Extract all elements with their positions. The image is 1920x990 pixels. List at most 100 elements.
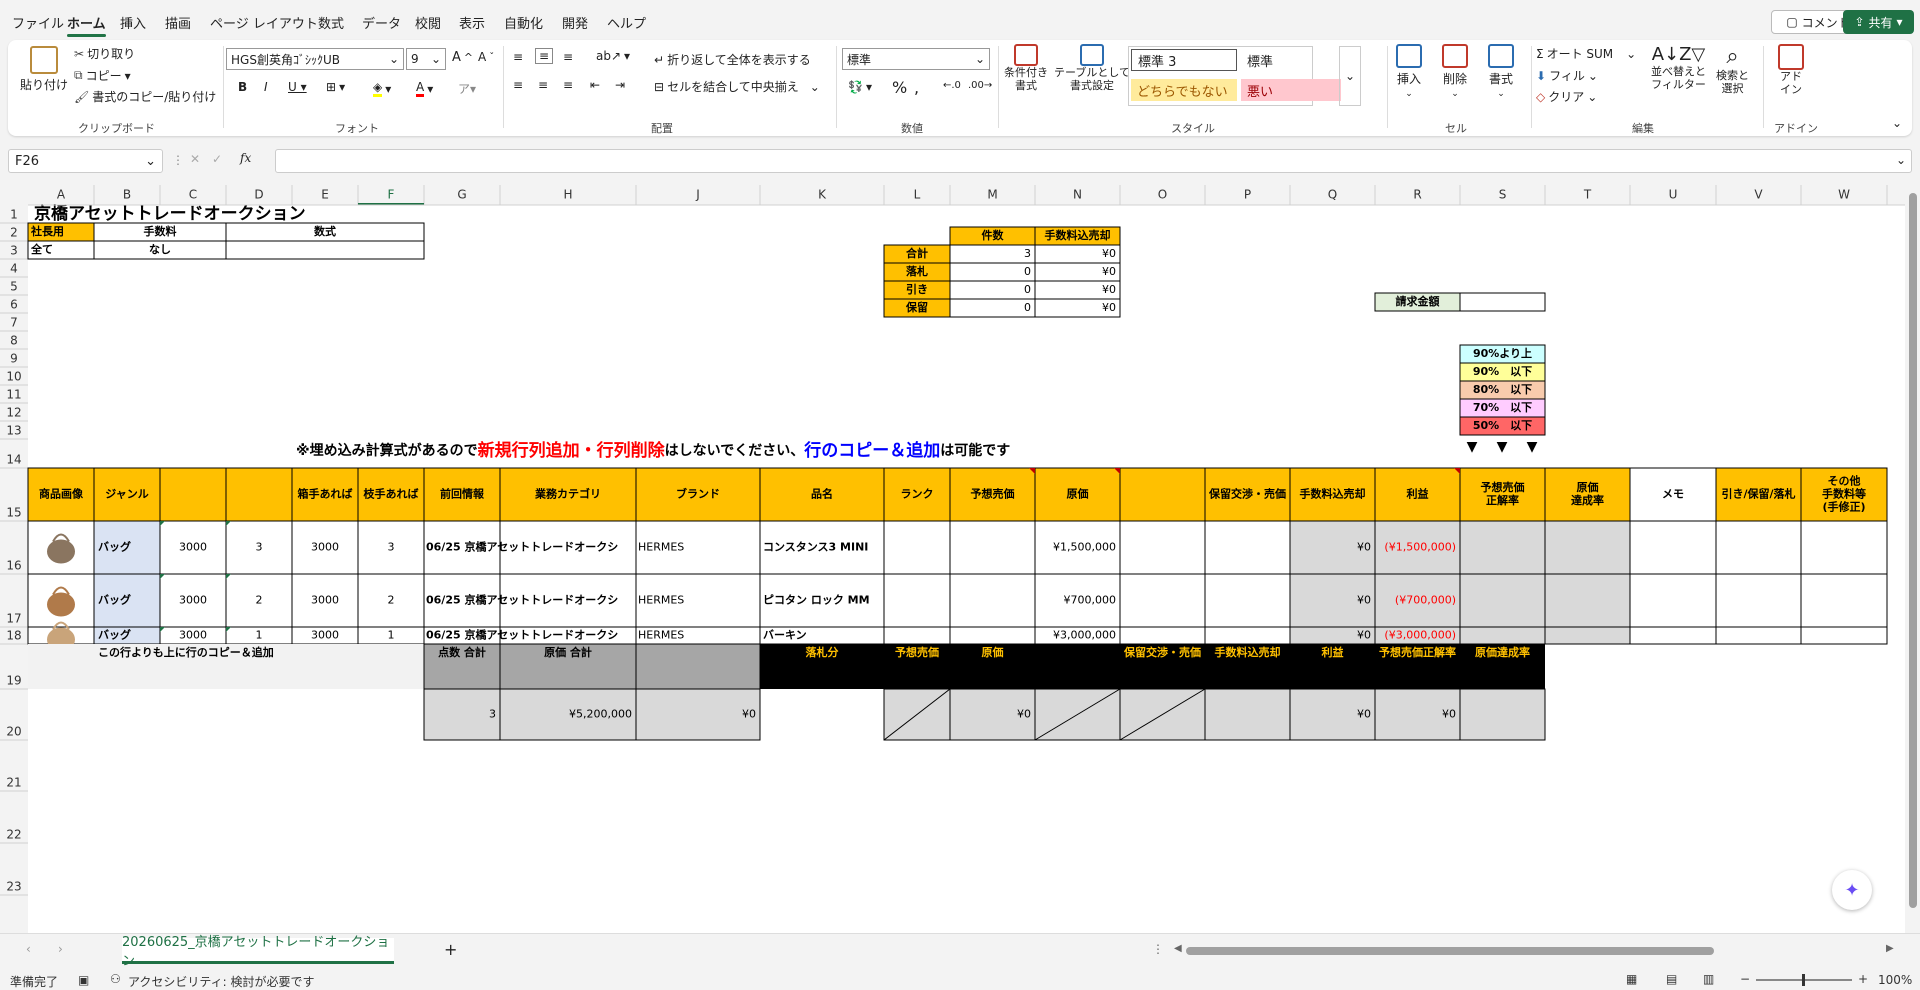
find-select-button[interactable]: ⌕ 検索と 選択 [1716, 44, 1749, 95]
format-cells-button[interactable]: 書式 ⌄ [1488, 44, 1514, 99]
page-layout-view-icon[interactable]: ▤ [1666, 972, 1677, 986]
tab-splitter-icon[interactable]: ⋮ [1152, 942, 1164, 956]
menu-review[interactable]: 校閲 [415, 13, 441, 32]
prev-sheet-icon[interactable]: ‹ [26, 942, 31, 956]
table-header-label: 原価 [1067, 487, 1089, 501]
menu-formulas[interactable]: 数式 [318, 13, 344, 32]
expand-formula-icon[interactable]: ⌄ [1896, 153, 1906, 167]
sheet-tab-active[interactable]: 20260625_京橋アセットトレードオークション [122, 935, 394, 969]
vertical-scroll-thumb[interactable] [1909, 193, 1917, 908]
menu-insert[interactable]: 挿入 [120, 13, 146, 32]
autosum-button[interactable]: Σ オート SUM ⌄ [1536, 45, 1636, 62]
row-header-20: 20 [6, 725, 21, 739]
enter-icon[interactable]: ✓ [212, 152, 222, 166]
orientation-button[interactable]: ab↗ ▾ [596, 49, 630, 63]
border-button[interactable]: ⊞ ▾ [326, 80, 345, 94]
align-center-button[interactable]: ≡ [538, 78, 548, 92]
menu-help[interactable]: ヘルプ [607, 13, 646, 32]
collapse-ribbon-button[interactable]: ⌄ [1892, 116, 1902, 130]
percent-button[interactable]: % [892, 78, 907, 97]
zoom-out-icon[interactable]: − [1740, 972, 1750, 986]
table-cell [1715, 626, 1802, 645]
add-sheet-button[interactable]: + [444, 940, 457, 959]
fill-button[interactable]: ⬇ フィル ⌄ [1536, 67, 1598, 84]
menu-home[interactable]: ホーム [67, 13, 106, 37]
menu-automate[interactable]: 自動化 [504, 13, 543, 32]
zoom-slider-thumb[interactable] [1802, 974, 1805, 986]
menu-draw[interactable]: 描画 [165, 13, 191, 32]
currency-button[interactable]: 💱 ▾ [848, 80, 872, 94]
menu-page-layout[interactable]: ページ レイアウト [210, 13, 318, 32]
align-middle-button[interactable]: ≡ [535, 48, 554, 64]
cut-button[interactable]: ✂ 切り取り [74, 45, 135, 62]
name-box[interactable]: F26 ⌄ [8, 149, 163, 173]
column-header-C: C [189, 188, 197, 202]
zoom-level[interactable]: 100% [1878, 973, 1912, 987]
number-format-combo[interactable]: 標準 ⌄ [842, 48, 990, 70]
table-header-label: ブランド [676, 487, 720, 501]
menu-file[interactable]: ファイル [12, 13, 64, 32]
paste-button[interactable]: 貼り付け [20, 46, 68, 93]
clear-button[interactable]: ◇ クリア ⌄ [1536, 88, 1597, 105]
vertical-scrollbar[interactable] [1905, 185, 1920, 933]
underline-button[interactable]: U ▾ [288, 80, 307, 94]
decrease-decimal-button[interactable]: .00→ [968, 80, 992, 91]
cancel-icon[interactable]: ✕ [190, 152, 200, 166]
worksheet-grid[interactable]: A B C D E F G H J K L M N O P Q R S T U V W 1 2 3 4 5 6 7 8 9 10 11 12 13 1… [0, 185, 1905, 933]
increase-decimal-button[interactable]: ←.0 [943, 80, 961, 91]
style-normal3[interactable]: 標準 3 [1131, 49, 1237, 71]
conditional-format-button[interactable]: 条件付き 書式 [1004, 44, 1048, 92]
menu-data[interactable]: データ [362, 13, 401, 32]
scroll-left-icon[interactable]: ◀ [1174, 943, 1182, 954]
formula-input[interactable] [275, 149, 1912, 173]
delete-cells-button[interactable]: 削除 ⌄ [1442, 44, 1468, 99]
page-break-view-icon[interactable]: ▥ [1703, 972, 1714, 986]
font-size-combo[interactable]: 9 ⌄ [406, 48, 446, 70]
fill-color-button[interactable]: ◈ ▾ [373, 80, 391, 97]
increase-indent-button[interactable]: ⇥ [615, 78, 625, 92]
info-value-text: 全て [30, 242, 53, 256]
sort-filter-button[interactable]: A↓Z▽ 並べ替えと フィルター [1651, 44, 1706, 91]
accessibility-status[interactable]: アクセシビリティ: 検討が必要です [128, 973, 315, 990]
column-header-F: F [388, 188, 395, 202]
scroll-right-icon[interactable]: ▶ [1886, 943, 1894, 954]
fx-icon[interactable]: fx [240, 151, 251, 165]
align-right-button[interactable]: ≡ [563, 78, 573, 92]
align-top-button[interactable]: ≡ [513, 50, 523, 64]
shrink-font-button[interactable]: Aˇ [478, 50, 494, 64]
style-normal[interactable]: 標準 [1241, 49, 1311, 71]
phonetic-button[interactable]: ア▾ [458, 80, 476, 97]
zoom-in-icon[interactable]: + [1858, 972, 1868, 986]
decrease-indent-button[interactable]: ⇤ [590, 78, 600, 92]
bold-button[interactable]: B [238, 80, 247, 94]
font-color-button[interactable]: A ▾ [416, 80, 433, 97]
editing-group-label: 編集 [1632, 122, 1654, 135]
comma-button[interactable]: , [914, 78, 919, 97]
macro-record-icon[interactable]: ▣ [78, 973, 89, 987]
style-bad[interactable]: 悪い [1241, 79, 1341, 101]
horizontal-scroll-thumb[interactable] [1186, 947, 1714, 955]
font-name-combo[interactable]: HGS創英角ｺﾞｼｯｸUB ⌄ [226, 48, 404, 70]
styles-more-button[interactable]: ⌄ [1339, 46, 1361, 106]
menu-developer[interactable]: 開発 [562, 13, 588, 32]
next-sheet-icon[interactable]: › [58, 942, 63, 956]
merge-center-button[interactable]: ⊟ セルを結合して中央揃え ⌄ [654, 78, 820, 95]
style-neutral[interactable]: どちらでもない [1131, 79, 1237, 101]
copilot-button[interactable]: ✦ [1832, 870, 1872, 910]
wrap-text-button[interactable]: ↵ 折り返して全体を表示する [654, 51, 811, 68]
align-left-button[interactable]: ≡ [513, 78, 523, 92]
share-button[interactable]: ⇪ 共有 ▾ [1843, 10, 1914, 34]
format-as-table-button[interactable]: テーブルとして 書式設定 [1054, 44, 1130, 92]
table-cell [1119, 626, 1206, 645]
copy-button[interactable]: ⧉ コピー ▾ [74, 67, 131, 84]
table-cell [1629, 520, 1717, 575]
addins-button[interactable]: アド イン [1778, 44, 1804, 96]
grow-font-button[interactable]: A ^ [452, 50, 473, 65]
footer-right-label: 利益 [1322, 645, 1344, 659]
align-bottom-button[interactable]: ≡ [563, 50, 573, 64]
normal-view-icon[interactable]: ▦ [1626, 972, 1637, 986]
menu-view[interactable]: 表示 [459, 13, 485, 32]
italic-button[interactable]: I [264, 80, 268, 94]
format-painter-button[interactable]: 🖌 書式のコピー/貼り付け [74, 88, 216, 105]
insert-cells-button[interactable]: 挿入 ⌄ [1396, 44, 1422, 99]
